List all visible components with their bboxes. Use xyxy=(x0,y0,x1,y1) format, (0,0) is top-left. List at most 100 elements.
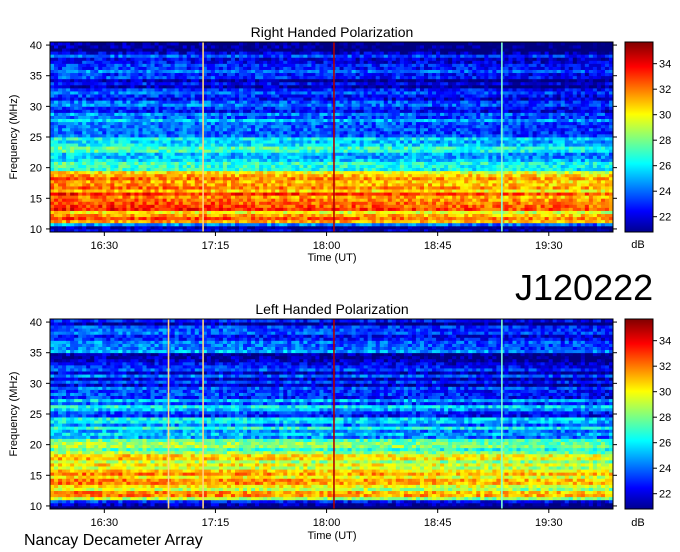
heatmap-cell xyxy=(94,180,98,183)
heatmap-cell xyxy=(86,217,90,220)
heatmap-cell xyxy=(541,217,545,220)
heatmap-cell xyxy=(468,226,472,229)
heatmap-cell xyxy=(416,198,420,201)
heatmap-cell xyxy=(484,134,488,137)
heatmap-cell xyxy=(464,180,468,183)
heatmap-cell xyxy=(98,177,102,180)
heatmap-cell xyxy=(227,226,231,229)
heatmap-cell xyxy=(58,207,62,210)
heatmap-cell xyxy=(307,137,311,140)
heatmap-cell xyxy=(512,207,516,210)
heatmap-cell xyxy=(396,207,400,210)
heatmap-cell xyxy=(549,134,553,137)
heatmap-cell xyxy=(440,189,444,192)
heatmap-cell xyxy=(516,137,520,140)
heatmap-cell xyxy=(247,162,251,165)
heatmap-cell xyxy=(368,214,372,217)
heatmap-cell xyxy=(66,220,70,223)
heatmap-cell xyxy=(327,137,331,140)
heatmap-cell xyxy=(593,131,597,134)
heatmap-cell xyxy=(424,214,428,217)
heatmap-cell xyxy=(211,189,215,192)
heatmap-cell xyxy=(553,137,557,140)
heatmap-cell xyxy=(175,186,179,189)
heatmap-cell xyxy=(504,207,508,210)
heatmap-cell xyxy=(167,226,171,229)
heatmap-cell xyxy=(243,195,247,198)
heatmap-cell xyxy=(279,149,283,152)
heatmap-cell xyxy=(444,177,448,180)
heatmap-cell xyxy=(263,192,267,195)
heatmap-cell xyxy=(420,131,424,134)
heatmap-cell xyxy=(147,207,151,210)
heatmap-cell xyxy=(159,198,163,201)
heatmap-cell xyxy=(537,125,541,128)
heatmap-cell xyxy=(533,186,537,189)
heatmap-cell xyxy=(549,220,553,223)
heatmap-cell xyxy=(138,180,142,183)
heatmap-cell xyxy=(569,223,573,226)
heatmap-cell xyxy=(525,134,529,137)
heatmap-cell xyxy=(504,168,508,171)
heatmap-cell xyxy=(315,162,319,165)
heatmap-cell xyxy=(605,140,609,143)
heatmap-cell xyxy=(364,128,368,131)
heatmap-cell xyxy=(235,140,239,143)
heatmap-cell xyxy=(384,171,388,174)
heatmap-cell xyxy=(601,137,605,140)
heatmap-cell xyxy=(66,198,70,201)
heatmap-cell xyxy=(271,177,275,180)
heatmap-cell xyxy=(219,220,223,223)
heatmap-cell xyxy=(271,149,275,152)
heatmap-cell xyxy=(171,211,175,214)
heatmap-cell xyxy=(444,134,448,137)
heatmap-cell xyxy=(408,207,412,210)
heatmap-cell xyxy=(432,211,436,214)
heatmap-cell xyxy=(70,152,74,155)
heatmap-cell xyxy=(267,177,271,180)
heatmap-cell xyxy=(561,174,565,177)
heatmap-cell xyxy=(106,174,110,177)
heatmap-cell xyxy=(311,214,315,217)
heatmap-cell xyxy=(211,217,215,220)
heatmap-cell xyxy=(323,183,327,186)
heatmap-cell xyxy=(412,186,416,189)
heatmap-cell xyxy=(58,143,62,146)
heatmap-cell xyxy=(340,207,344,210)
heatmap-cell xyxy=(396,217,400,220)
heatmap-cell xyxy=(171,217,175,220)
heatmap-cell xyxy=(54,152,58,155)
heatmap-cell xyxy=(384,195,388,198)
heatmap-cell xyxy=(183,214,187,217)
heatmap-cell xyxy=(155,174,159,177)
heatmap-cell xyxy=(516,207,520,210)
heatmap-cell xyxy=(207,152,211,155)
heatmap-cell xyxy=(376,171,380,174)
heatmap-cell xyxy=(545,195,549,198)
heatmap-cell xyxy=(295,155,299,158)
heatmap-cell xyxy=(456,155,460,158)
heatmap-cell xyxy=(287,149,291,152)
heatmap-cell xyxy=(311,223,315,226)
heatmap-cell xyxy=(163,149,167,152)
heatmap-cell xyxy=(444,140,448,143)
heatmap-cell xyxy=(171,137,175,140)
heatmap-cell xyxy=(605,137,609,140)
heatmap-cell xyxy=(82,189,86,192)
heatmap-cell xyxy=(424,168,428,171)
heatmap-cell xyxy=(581,165,585,168)
heatmap-cell xyxy=(114,183,118,186)
heatmap-cell xyxy=(155,149,159,152)
heatmap-cell xyxy=(163,162,167,165)
heatmap-cell xyxy=(561,168,565,171)
heatmap-cell xyxy=(175,140,179,143)
heatmap-cell xyxy=(420,226,424,229)
heatmap-cell xyxy=(340,162,344,165)
heatmap-cell xyxy=(504,171,508,174)
heatmap-cell xyxy=(114,195,118,198)
heatmap-cell xyxy=(247,171,251,174)
heatmap-cell xyxy=(267,226,271,229)
heatmap-cell xyxy=(106,128,110,131)
heatmap-cell xyxy=(428,204,432,207)
heatmap-cell xyxy=(504,152,508,155)
